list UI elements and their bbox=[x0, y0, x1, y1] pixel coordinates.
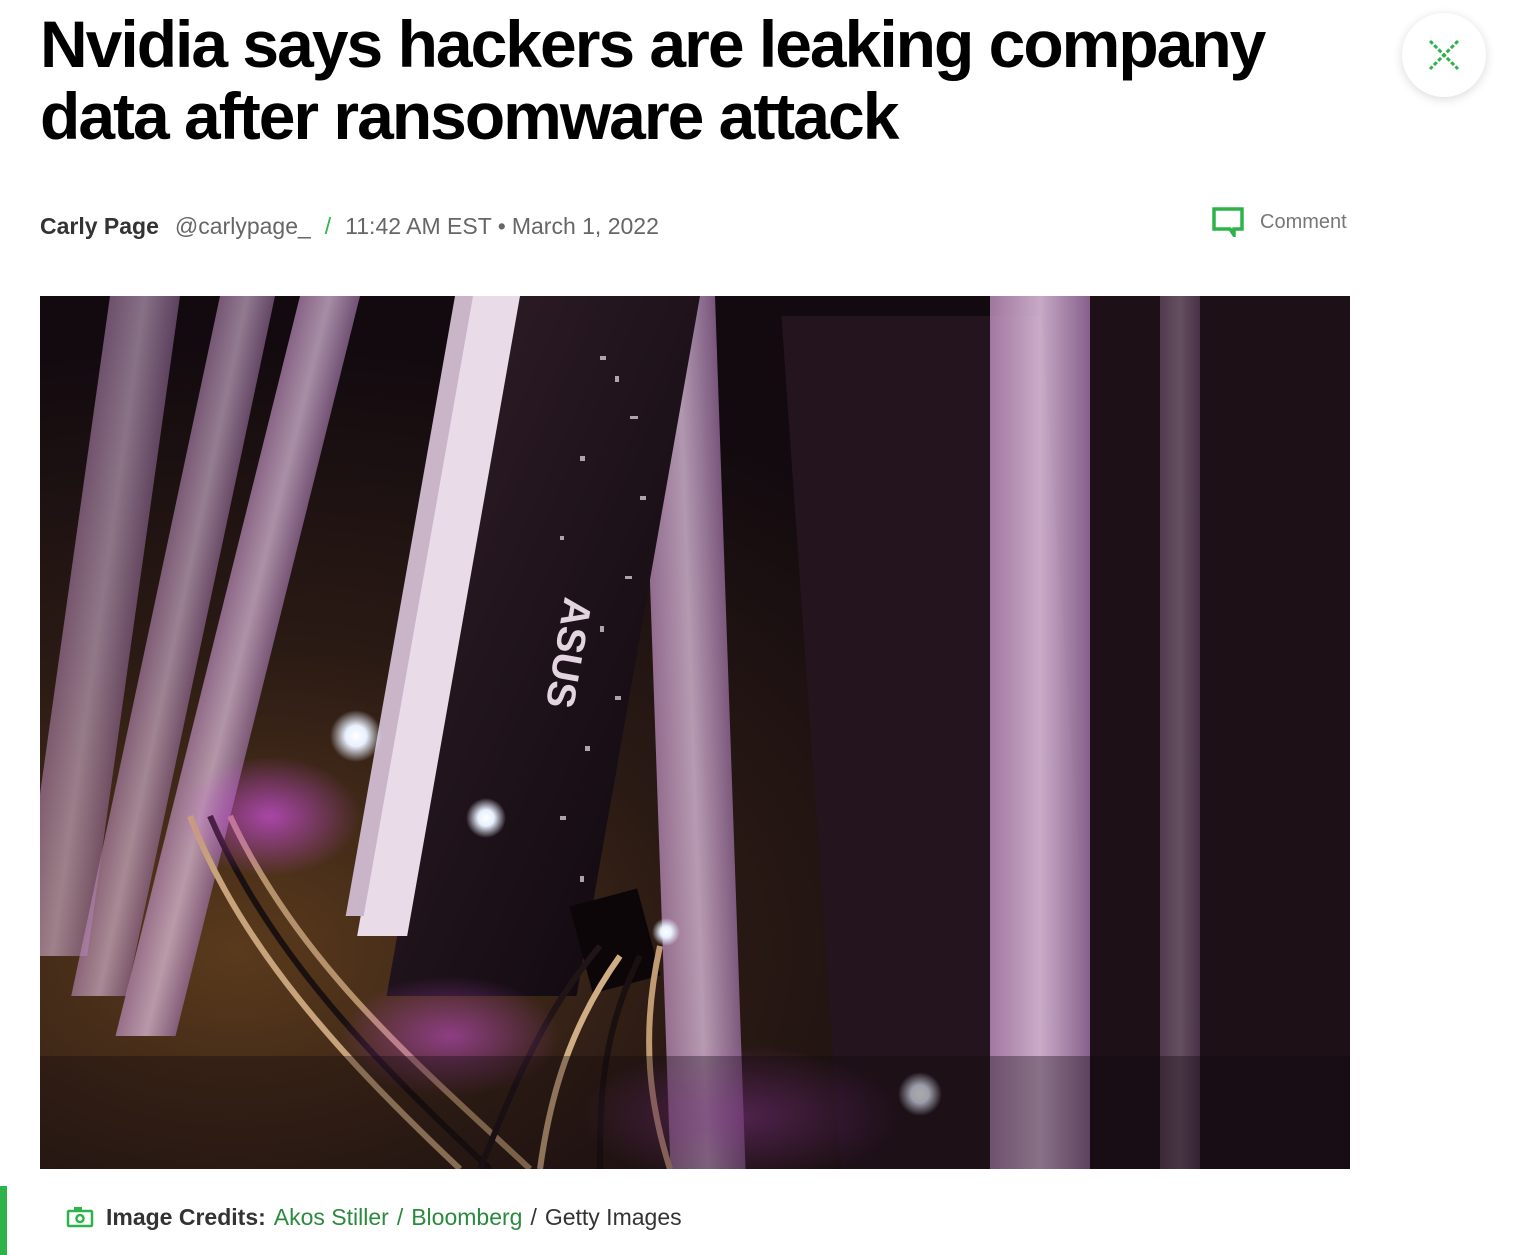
credits-label: Image Credits: bbox=[106, 1203, 266, 1230]
credits-separator: / bbox=[530, 1203, 537, 1230]
comment-label: Comment bbox=[1260, 210, 1347, 233]
hero-image: ASUS bbox=[40, 296, 1350, 1169]
camera-icon bbox=[66, 1207, 94, 1228]
date-separator: • bbox=[497, 212, 506, 239]
agency-link[interactable]: Bloomberg bbox=[411, 1204, 522, 1231]
byline: Carly Page @carlypage_ / 11:42 AM EST • … bbox=[40, 208, 659, 244]
article-page: Nvidia says hackers are leaking company … bbox=[0, 0, 1530, 1255]
publish-time: 11:42 AM EST bbox=[345, 212, 492, 239]
credits-separator: / bbox=[396, 1203, 404, 1230]
author-handle[interactable]: @carlypage_ bbox=[175, 213, 311, 240]
credit-accent-bar bbox=[0, 1186, 7, 1255]
comment-button[interactable]: Comment bbox=[1212, 204, 1347, 240]
photographer-link[interactable]: Akos Stiller bbox=[274, 1204, 389, 1231]
image-credits: Image Credits: Akos Stiller / Bloomberg … bbox=[66, 1200, 682, 1234]
gpu-mining-rig-photo: ASUS bbox=[40, 296, 1350, 1169]
article-headline: Nvidia says hackers are leaking company … bbox=[40, 7, 1266, 153]
close-button[interactable] bbox=[1402, 13, 1486, 97]
close-icon bbox=[1428, 39, 1460, 71]
byline-separator: / bbox=[324, 212, 332, 239]
publish-date: March 1, 2022 bbox=[511, 212, 659, 239]
author-name[interactable]: Carly Page bbox=[40, 213, 159, 240]
credits-source: Getty Images bbox=[544, 1203, 682, 1230]
comment-icon bbox=[1212, 207, 1244, 237]
